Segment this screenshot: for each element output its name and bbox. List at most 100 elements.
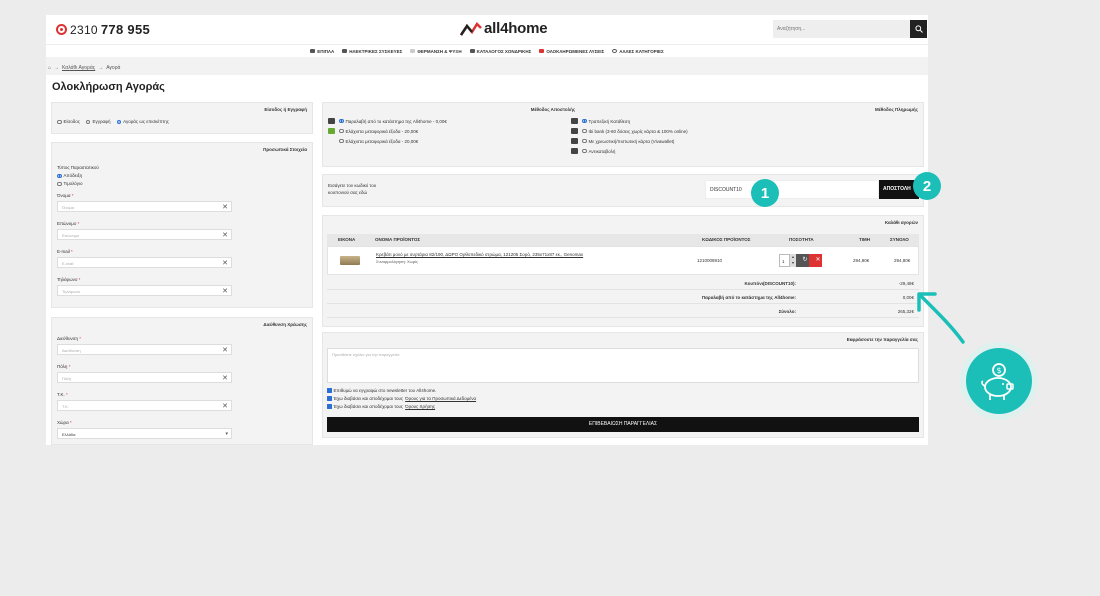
shipping-option-delivery-1[interactable]: Ελάχιστα μεταφορικά έξοδα - 20,00€: [328, 128, 418, 134]
coupon-label: Εισάγετε τον κωδικό του κουπονιού σας εδ…: [328, 183, 377, 195]
country-field: Χώρα * Ελλάδα ▾: [57, 420, 232, 439]
refresh-button[interactable]: ↻: [796, 254, 809, 267]
phone-icon: [56, 24, 67, 35]
payment-option-bank[interactable]: Τραπεζική Κατάθεση: [571, 118, 630, 124]
appliance-icon: [342, 49, 348, 53]
clear-icon[interactable]: ✕: [222, 286, 228, 297]
nav-label: ΘΕΡΜΑΝΣΗ & ΨΥΞΗ: [417, 48, 462, 54]
placeholder-text: Επώνυμο: [62, 233, 80, 238]
terms-checkbox[interactable]: Έχω διαβάσει και αποδέχομαι τους Όρους Χρ…: [327, 404, 435, 409]
refresh-icon: ↻: [802, 257, 808, 263]
placeholder-text: Προσθέστε σχόλιο για την παραγγελία: [332, 352, 400, 357]
nav-item-heating[interactable]: ΘΕΡΜΑΝΣΗ & ΨΥΞΗ: [410, 48, 462, 54]
phone-number[interactable]: 2310 778 955: [56, 22, 150, 37]
clear-icon[interactable]: ✕: [222, 401, 228, 412]
login-option-register[interactable]: Εγγραφή: [85, 119, 111, 125]
radio-icon: [116, 119, 122, 125]
field-label: E-mail *: [57, 249, 73, 254]
nav-item-furniture[interactable]: ΕΠΙΠΛΑ: [310, 49, 334, 54]
phone-input[interactable]: Τηλέφωνο ✕: [57, 285, 232, 296]
logo[interactable]: all4home: [460, 20, 548, 37]
nav-item-solutions[interactable]: ΟΛΟΚΛΗΡΩΜΕΝΕΣ ΛΥΣΕΙΣ: [539, 49, 604, 54]
blank-icon: [328, 138, 335, 144]
shipping-title: Μέθοδος Αποστολής: [530, 107, 576, 112]
checkbox-label: Έχω διαβάσει και αποδέχομαι τους: [333, 404, 404, 409]
clear-icon[interactable]: ✕: [222, 345, 228, 356]
shipping-option-pickup[interactable]: Παραλαβή από το κατάστημα της All4home -…: [328, 118, 447, 124]
summary-row-total: Σύνολο: 265,32€: [327, 305, 919, 318]
phone-digits: 778 955: [100, 22, 150, 37]
payment-option-ibi[interactable]: Ibi bank (3-60 δόσεις χωρίς κάρτα & 100%…: [571, 128, 688, 134]
nav-label: ΗΛΕΚΤΡΙΚΕΣ ΣΥΣΚΕΥΕΣ: [349, 48, 403, 54]
home-icon[interactable]: ⌂: [48, 65, 51, 71]
summary-label: Σύνολο:: [778, 309, 796, 314]
clear-icon[interactable]: ✕: [222, 258, 228, 269]
nav-item-other[interactable]: ΑΛΛΕΣ ΚΑΤΗΓΟΡΙΕΣ: [612, 49, 664, 54]
catalog-icon: [469, 49, 475, 53]
piggy-bank-icon: $: [966, 348, 1032, 414]
privacy-checkbox[interactable]: Έχω διαβάσει και αποδέχομαι τους Όρους γι…: [327, 396, 476, 401]
last-name-input[interactable]: Επώνυμο ✕: [57, 229, 232, 240]
coupon-input[interactable]: DISCOUNT10: [705, 180, 879, 199]
selected-value: Ελλάδα: [62, 432, 76, 437]
option-label: Ελάχιστα μεταφορικά έξοδα - 20,00€: [345, 138, 419, 144]
step-badge-2: 2: [913, 172, 941, 200]
login-options: Είσοδος Εγγραφή Αγοράς ως επισκέπτης: [57, 119, 169, 125]
postcode-input[interactable]: T.K. ✕: [57, 400, 232, 411]
quantity-input[interactable]: 1: [779, 254, 790, 267]
clear-icon[interactable]: ✕: [222, 373, 228, 384]
label-text: E-mail: [57, 249, 70, 254]
field-label: Χώρα *: [57, 420, 72, 425]
terms-of-use-link[interactable]: Όρους Χρήσης: [405, 404, 435, 409]
label-text: Όνομα: [57, 193, 71, 198]
search-input[interactable]: [773, 20, 910, 38]
breadcrumb-cart-link[interactable]: Καλάθι Αγοράς: [62, 65, 95, 71]
chevron-down-icon: ▾: [225, 431, 228, 437]
option-label: Αντικαταβολή: [588, 148, 616, 154]
login-option-guest[interactable]: Αγοράς ως επισκέπτης: [116, 119, 169, 125]
option-label: Είσοδος: [63, 119, 80, 124]
city-input[interactable]: Πόλη ✕: [57, 372, 232, 383]
doc-type-receipt[interactable]: Απόδειξη: [57, 173, 82, 179]
doc-type-label: Τύπος Παραστατικού: [57, 165, 99, 170]
header: 2310 778 955 all4home: [46, 15, 928, 44]
col-image: ΕΙΚΟΝΑ: [338, 237, 356, 242]
checkout-main: Ολοκλήρωση Αγοράς Είσοδος ή Εγγραφή Είσο…: [46, 75, 928, 445]
nav-item-catalog[interactable]: ΚΑΤΑΛΟΓΟΣ ΧΟΝΔΡΙΚΗΣ: [469, 49, 531, 54]
newsletter-checkbox[interactable]: Επιθυμώ να εγγραφώ στο newsletter του Al…: [327, 388, 436, 393]
remove-button[interactable]: ✕: [809, 254, 822, 267]
radio-icon: [57, 119, 62, 125]
product-total: 294,80€: [894, 258, 911, 263]
privacy-terms-link[interactable]: Όρους για τα Προσωπικά Δεδομένα: [405, 396, 476, 401]
product-image[interactable]: [340, 256, 360, 265]
address-input[interactable]: Διεύθυνση ✕: [57, 344, 232, 355]
clear-icon[interactable]: ✕: [222, 230, 228, 241]
first-name-input[interactable]: Όνομα ✕: [57, 201, 232, 212]
placeholder-text: Όνομα: [62, 205, 74, 210]
col-code: ΚΩΔΙΚΟΣ ΠΡΟΪΟΝΤΟΣ: [702, 237, 751, 242]
product-name-link[interactable]: Κρεβάτι μονό με συρτάρια 82/190, ΔΩΡΟ Ορ…: [376, 252, 583, 257]
personal-info-title: Προσωπικά Στοιχεία: [263, 147, 307, 152]
plus-circle-icon: [612, 49, 618, 53]
nav-item-appliances[interactable]: ΗΛΕΚΤΡΙΚΕΣ ΣΥΣΚΕΥΕΣ: [342, 49, 402, 54]
country-select[interactable]: Ελλάδα ▾: [57, 428, 232, 439]
email-input[interactable]: E-mail ✕: [57, 257, 232, 268]
bank-icon: [571, 118, 578, 124]
radio-icon: [339, 138, 344, 144]
login-option-signin[interactable]: Είσοδος: [57, 119, 80, 125]
doc-type-invoice[interactable]: Τιμολόγιο: [57, 181, 83, 187]
payment-option-card[interactable]: Με χρεωστική/πιστωτική κάρτα (Vivawallet…: [571, 138, 674, 144]
clear-icon[interactable]: ✕: [222, 202, 228, 213]
order-notes-textarea[interactable]: Προσθέστε σχόλιο για την παραγγελία: [327, 348, 919, 383]
search-button[interactable]: [910, 20, 927, 38]
cart-title: Καλάθι αγορών: [884, 220, 918, 225]
label-text: Πόλη: [57, 364, 68, 369]
shipping-option-delivery-2[interactable]: Ελάχιστα μεταφορικά έξοδα - 20,00€: [328, 138, 418, 144]
radio-icon: [582, 118, 587, 124]
svg-text:$: $: [996, 366, 1001, 375]
payment-option-cod[interactable]: Αντικαταβολή: [571, 148, 615, 154]
confirm-order-button[interactable]: ΕΠΙΒΕΒΑΙΩΣΗ ΠΑΡΑΓΓΕΛΙΑΣ: [327, 417, 919, 432]
product-code: 1210008910: [697, 258, 723, 263]
login-title: Είσοδος ή Εγγραφή: [264, 107, 307, 112]
option-label: Τιμολόγιο: [63, 181, 83, 186]
